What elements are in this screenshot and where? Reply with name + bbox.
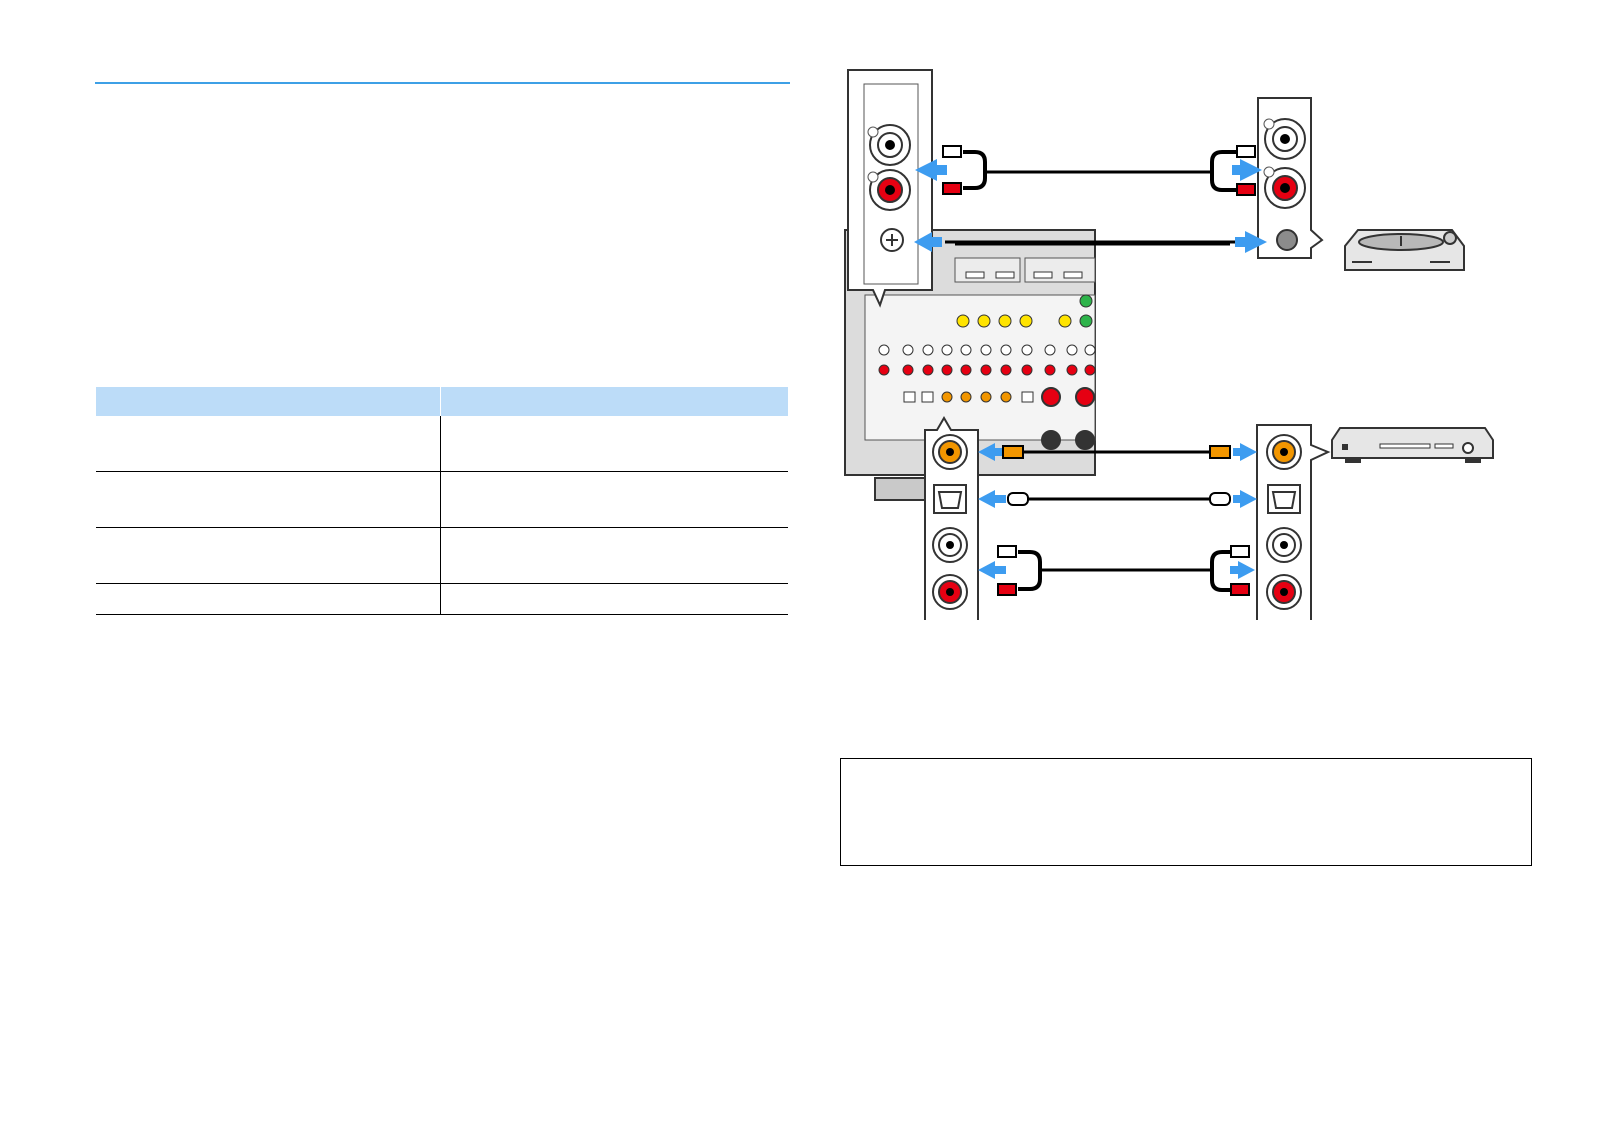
table-cell [440, 527, 788, 584]
section-divider [95, 82, 790, 84]
callout-player-out [1256, 424, 1331, 620]
connection-table [96, 387, 788, 615]
table-cell [96, 583, 441, 615]
callout-turntable-out [1257, 97, 1324, 259]
cd-player-icon [1331, 427, 1494, 463]
arrow-left-icon [978, 561, 1006, 579]
analog-rca-cable [997, 545, 1250, 596]
optical-cable [1007, 492, 1231, 506]
receiver-hdmi-ports [954, 257, 1096, 283]
table-row [96, 416, 788, 472]
table-cell [96, 471, 441, 528]
table-cell [96, 416, 441, 472]
table-row [96, 471, 788, 528]
arrow-right-icon [1230, 561, 1255, 579]
ground-wire [945, 240, 1235, 246]
turntable-icon [1344, 229, 1465, 271]
callout-receiver-phono [847, 69, 933, 308]
table-header-cell [96, 387, 441, 416]
table-header-cell [440, 387, 788, 416]
phono-rca-cable [942, 145, 1256, 196]
arrow-right-icon [1233, 490, 1257, 508]
note-box [840, 758, 1532, 866]
table-header-row [96, 387, 788, 416]
table-row [96, 527, 788, 584]
table-cell [440, 416, 788, 472]
arrow-right-icon [1233, 443, 1257, 461]
arrow-left-icon [978, 490, 1006, 508]
table-cell [96, 527, 441, 584]
callout-receiver-digital-in [924, 416, 979, 620]
table-row [96, 583, 788, 615]
table-cell [440, 583, 788, 615]
table-cell [440, 471, 788, 528]
connection-diagram [844, 69, 1494, 620]
